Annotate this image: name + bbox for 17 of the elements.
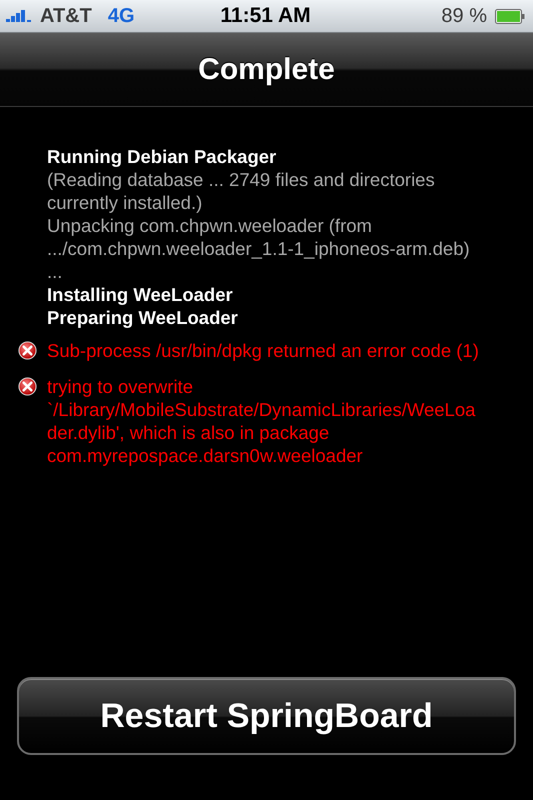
clock-time: 11:51 AM (220, 4, 311, 28)
error-icon (18, 341, 37, 360)
carrier-name: AT&T (40, 4, 92, 28)
log-message: Installing WeeLoader (47, 283, 233, 306)
log-message: Unpacking com.chpwn.weeloader (from .../com.chpwn.weeloader_1.1-1_iphoneos-arm.deb) ... (47, 214, 470, 283)
screen-title: Complete (198, 52, 335, 86)
restart-springboard-button[interactable]: Restart SpringBoard (17, 677, 516, 755)
battery-icon (495, 8, 526, 24)
battery-percent: 89 % (441, 4, 488, 28)
error-icon (18, 377, 37, 396)
error-message: trying to overwrite `/Library/MobileSubstrate/DynamicLibraries/WeeLoa der.dylib', which is also in package com.myrepospace.darsn0w.weeloader (47, 375, 476, 467)
signal-icon (6, 10, 32, 22)
log-message: Preparing WeeLoader (47, 306, 238, 329)
error-message: Sub-process /usr/bin/dpkg returned an error code (1) (47, 339, 479, 362)
log-message: (Reading database ... 2749 files and directories currently installed.) (47, 168, 435, 214)
log-message: Running Debian Packager (47, 145, 276, 168)
network-type: 4G (108, 4, 135, 28)
